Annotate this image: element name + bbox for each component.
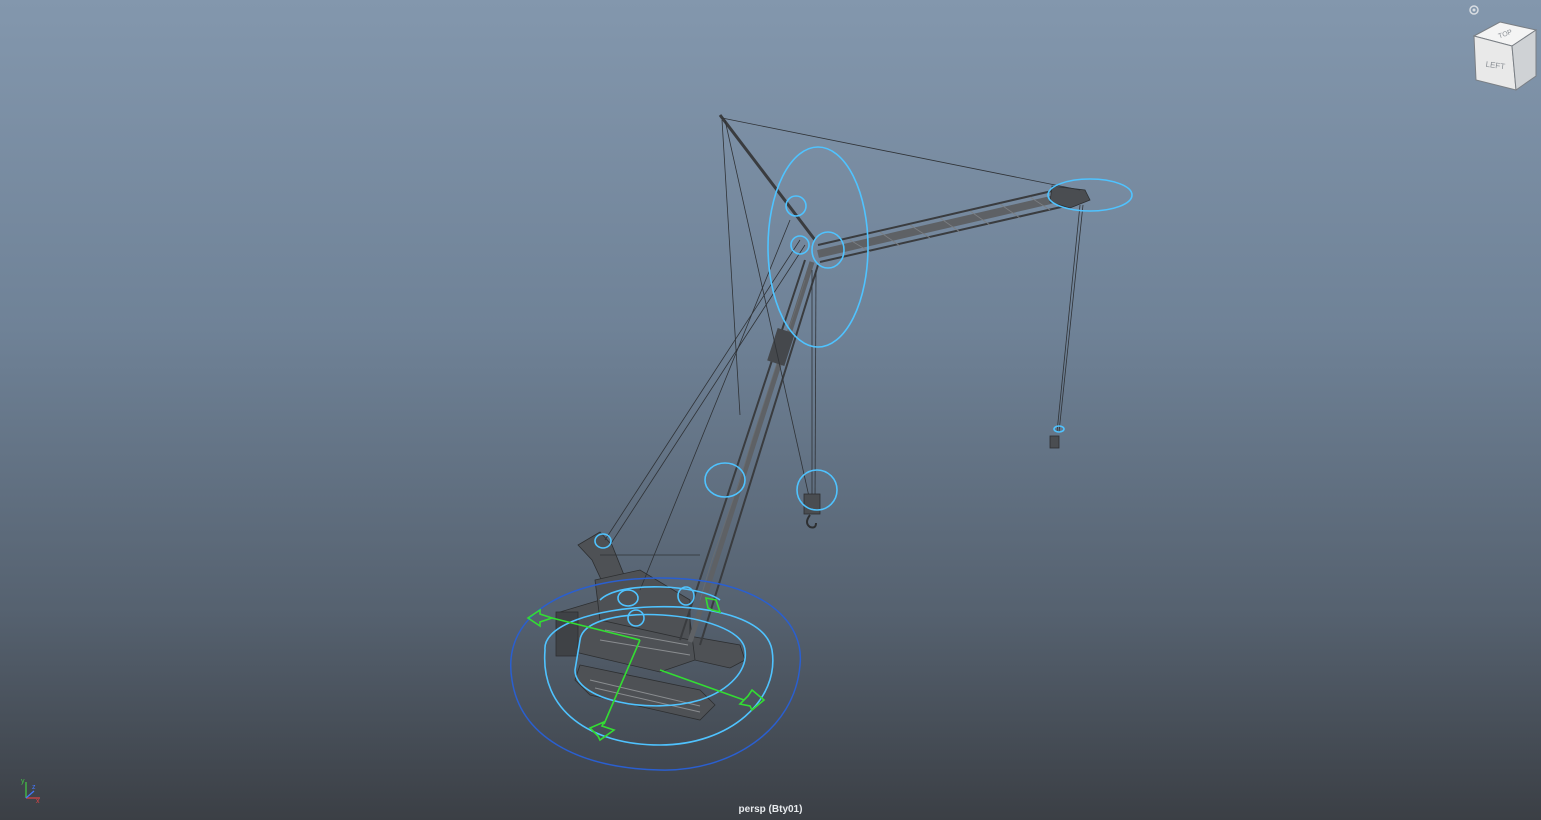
boom-head-block[interactable] xyxy=(767,328,795,366)
luffing-jib[interactable] xyxy=(817,187,1071,263)
crane-cables xyxy=(600,117,1084,591)
home-icon[interactable] xyxy=(1468,4,1480,16)
sheave-controller-1[interactable] xyxy=(790,235,810,255)
scene-viewport[interactable] xyxy=(0,0,1541,820)
aux-hook[interactable] xyxy=(1049,435,1060,449)
axis-y-label: y xyxy=(21,778,25,785)
view-cube[interactable]: TOP LEFT xyxy=(1468,18,1538,94)
axis-z-label: z xyxy=(32,784,36,791)
move-arrow-front[interactable] xyxy=(588,720,616,742)
camera-label: persp (Bty01) xyxy=(738,804,803,815)
boom-mid-controller[interactable] xyxy=(704,462,746,498)
axis-gizmo: y x z xyxy=(21,778,40,804)
counterweight[interactable] xyxy=(555,611,579,657)
move-arrow-left[interactable] xyxy=(526,608,555,628)
